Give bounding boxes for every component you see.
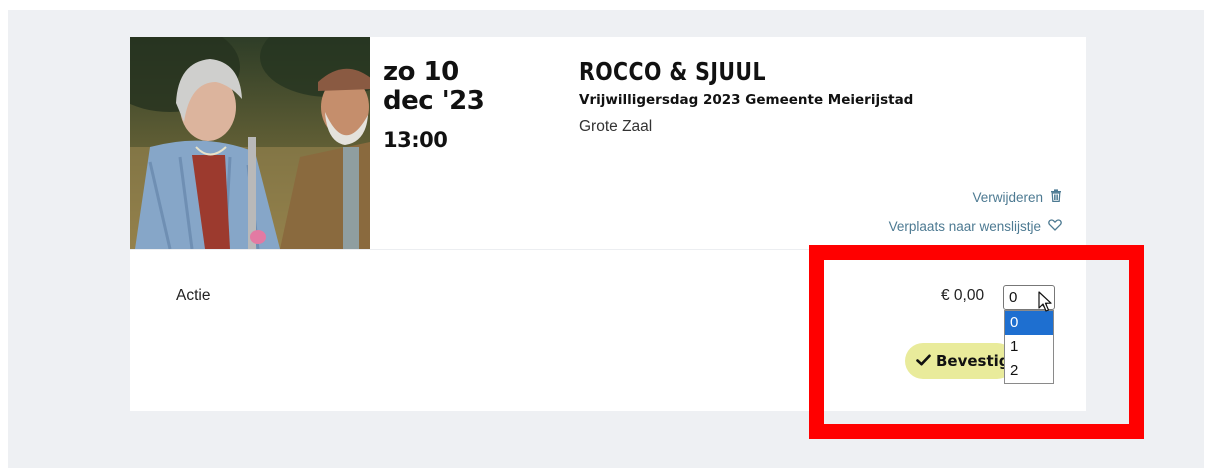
quantity-option-2[interactable]: 2 bbox=[1005, 359, 1053, 383]
event-date-day: zo 10 bbox=[383, 57, 459, 87]
remove-link[interactable]: Verwijderen bbox=[972, 189, 1062, 205]
event-photo bbox=[130, 37, 370, 249]
ticket-price: € 0,00 bbox=[941, 287, 985, 304]
heart-icon bbox=[1048, 219, 1062, 234]
confirm-label: Bevestig bbox=[936, 352, 1010, 370]
event-subtitle: Vrijwilligersdag 2023 Gemeente Meierijst… bbox=[579, 92, 914, 108]
event-time: 13:00 bbox=[383, 128, 448, 152]
move-to-wishlist-link[interactable]: Verplaats naar wenslijstje bbox=[889, 219, 1062, 234]
trash-icon bbox=[1050, 189, 1062, 205]
checkmark-icon bbox=[916, 352, 931, 370]
remove-label: Verwijderen bbox=[972, 189, 1043, 205]
card-divider bbox=[130, 249, 1086, 250]
cart-item-card: zo 10 dec '23 13:00 ROCCO & SJUUL Vrijwi… bbox=[130, 37, 1086, 411]
confirm-button[interactable]: Bevestig bbox=[905, 343, 1015, 379]
quantity-option-0[interactable]: 0 bbox=[1005, 311, 1053, 335]
event-details: ROCCO & SJUUL Vrijwilligersdag 2023 Geme… bbox=[579, 58, 913, 137]
event-title: ROCCO & SJUUL bbox=[579, 57, 766, 86]
quantity-option-1[interactable]: 1 bbox=[1005, 335, 1053, 359]
quantity-select[interactable]: 0 bbox=[1003, 285, 1055, 310]
ticket-type-label: Actie bbox=[176, 287, 211, 304]
quantity-dropdown-list: 0 1 2 bbox=[1004, 310, 1054, 384]
event-venue: Grote Zaal bbox=[579, 118, 653, 135]
event-date-time: zo 10 dec '23 13:00 bbox=[383, 57, 485, 153]
wishlist-label: Verplaats naar wenslijstje bbox=[888, 219, 1041, 234]
event-date-month: dec '23 bbox=[383, 86, 485, 116]
quantity-selected-value: 0 bbox=[1009, 289, 1018, 306]
